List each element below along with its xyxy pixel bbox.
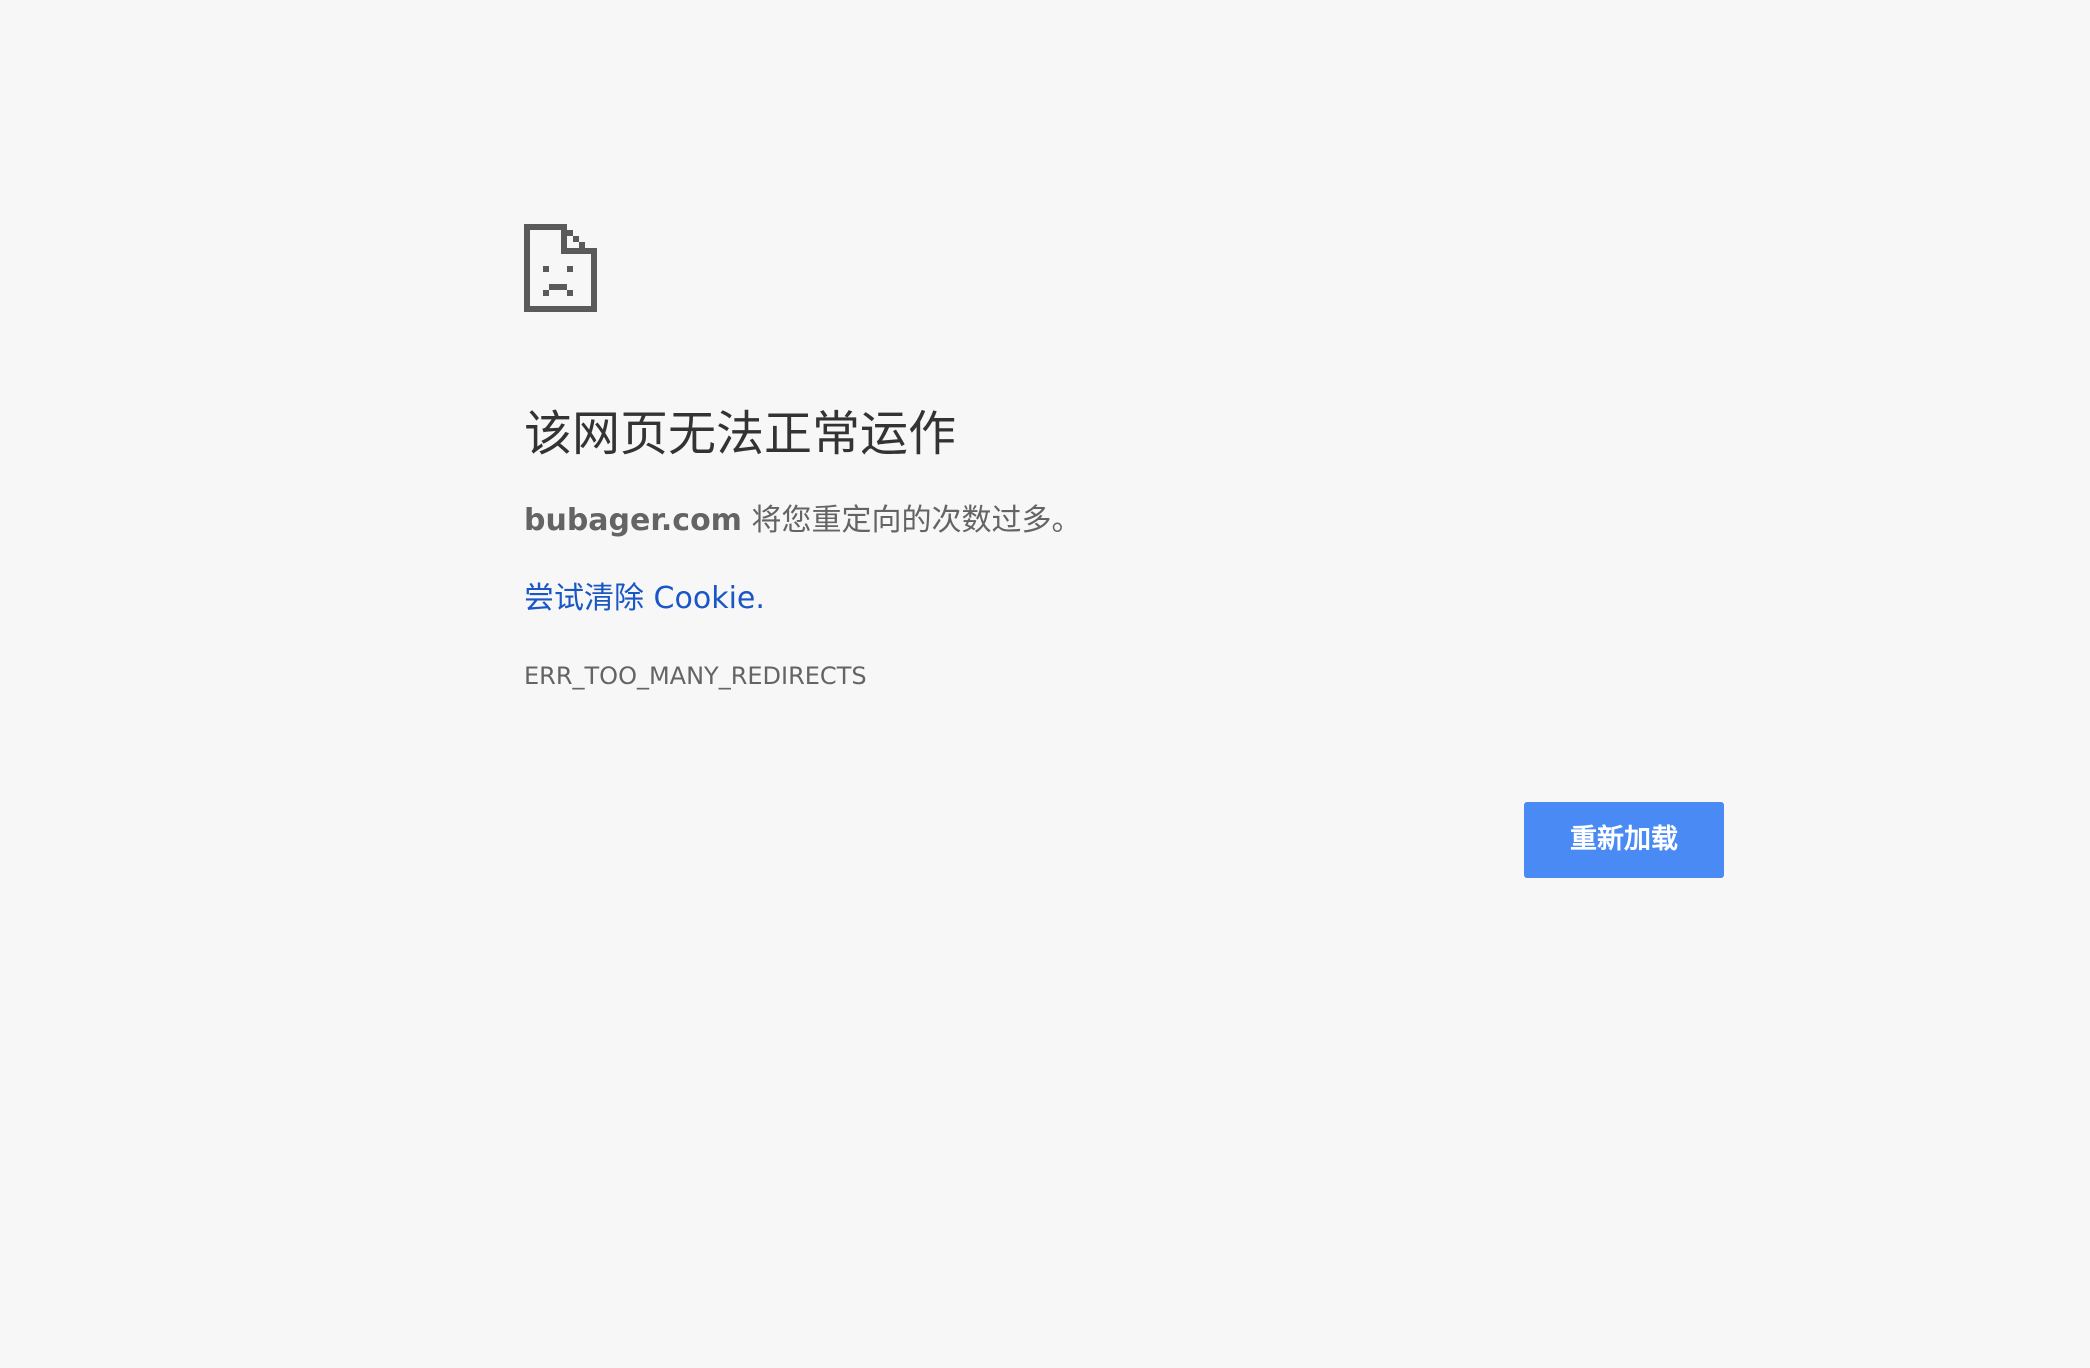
- clear-cookies-link[interactable]: 尝试清除 Cookie: [524, 581, 755, 616]
- error-page: 该网页无法正常运作 bubager.com 将您重定向的次数过多。 尝试清除 C…: [0, 0, 2090, 1368]
- reload-button[interactable]: 重新加载: [1524, 802, 1724, 878]
- error-message: 将您重定向的次数过多。: [741, 503, 1082, 538]
- sad-page-icon: [524, 224, 597, 312]
- page-title: 该网页无法正常运作: [524, 406, 957, 462]
- error-code: ERR_TOO_MANY_REDIRECTS: [524, 662, 867, 690]
- host-name: bubager.com: [524, 503, 742, 538]
- suggestion-period: .: [755, 581, 765, 616]
- suggestion-line: 尝试清除 Cookie.: [524, 578, 765, 620]
- error-summary: bubager.com 将您重定向的次数过多。: [524, 500, 1082, 542]
